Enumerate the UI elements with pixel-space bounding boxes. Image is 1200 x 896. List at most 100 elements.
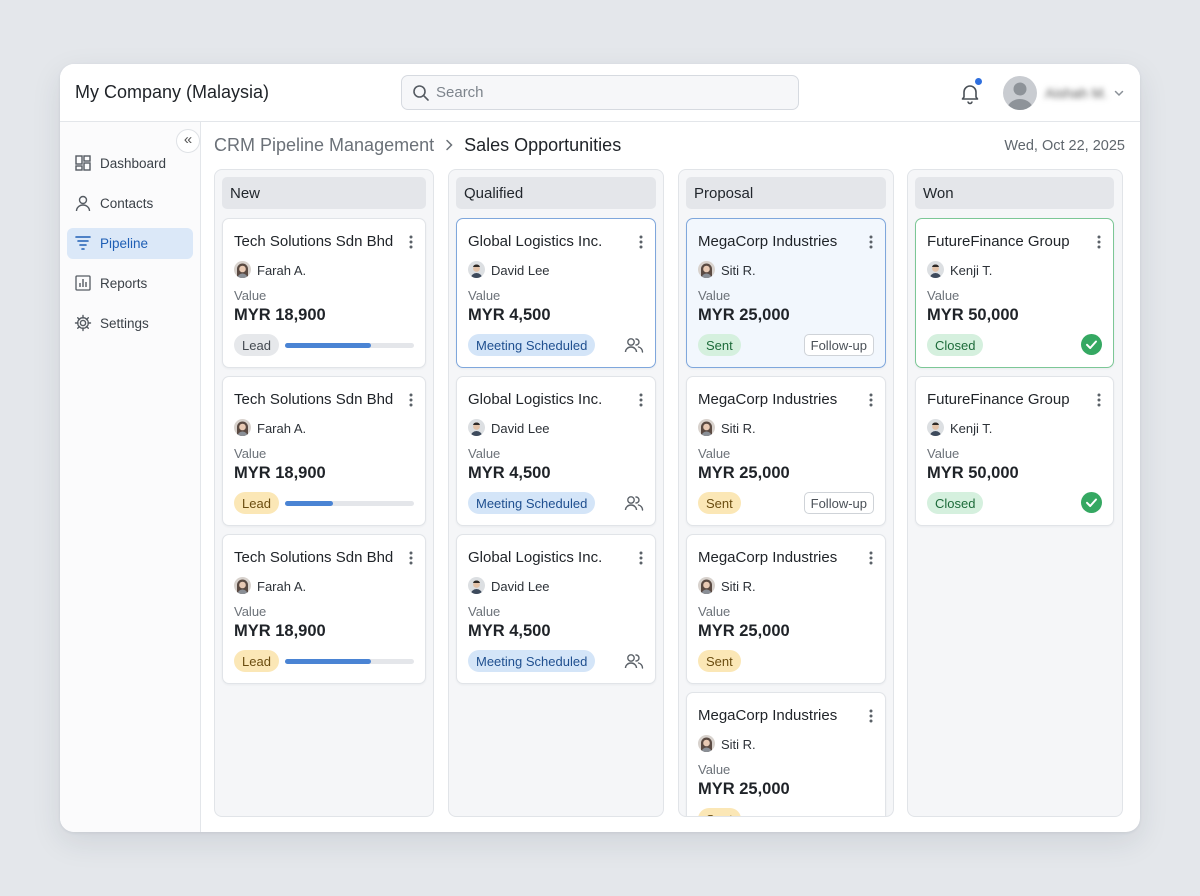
avatar bbox=[468, 419, 485, 436]
user-name: Aishah M. bbox=[1045, 85, 1108, 101]
deal-value: MYR 25,000 bbox=[698, 622, 790, 640]
breadcrumb: CRM Pipeline Management Sales Opportuniti… bbox=[214, 135, 621, 156]
deal-card[interactable]: MegaCorp Industries Siti R. Value MYR 25,00… bbox=[686, 218, 886, 368]
deal-card[interactable]: Global Logistics Inc. David Lee Value MYR 4… bbox=[456, 376, 656, 526]
avatar bbox=[468, 577, 485, 594]
status-badge: Sent bbox=[698, 492, 741, 514]
deal-card[interactable]: Tech Solutions Sdn Bhd Farah A. Value MYR 1… bbox=[222, 534, 426, 684]
search-box[interactable] bbox=[401, 75, 799, 110]
breadcrumb-current: Sales Opportunities bbox=[464, 135, 622, 155]
value-label: Value bbox=[927, 446, 960, 461]
deal-title: Global Logistics Inc. bbox=[468, 549, 603, 566]
owner-name: Siti R. bbox=[721, 737, 756, 752]
deal-value: MYR 18,900 bbox=[234, 306, 326, 324]
deal-value: MYR 4,500 bbox=[468, 464, 551, 482]
top-bar: My Company (Malaysia) Aishah M. bbox=[60, 64, 1140, 122]
search-icon bbox=[413, 85, 429, 101]
deal-card[interactable]: Tech Solutions Sdn Bhd Farah A. Value MYR 1… bbox=[222, 376, 426, 526]
more-options-icon[interactable] bbox=[869, 551, 873, 565]
sidebar: « Dashboard Contacts Pipeline Reports Settin… bbox=[60, 122, 201, 832]
deal-title: MegaCorp Industries bbox=[698, 549, 838, 566]
progress-fill bbox=[285, 343, 372, 348]
notifications-button[interactable] bbox=[958, 78, 982, 105]
pipeline-column-qualified: Qualified Global Logistics Inc. David Lee V… bbox=[448, 169, 664, 817]
owner-name: Farah A. bbox=[257, 263, 307, 278]
deal-title: Tech Solutions Sdn Bhd bbox=[234, 233, 394, 250]
deal-card[interactable]: FutureFinance Group Kenji T. Value MYR 50,0… bbox=[915, 218, 1114, 368]
sidebar-item-settings[interactable]: Settings bbox=[67, 308, 193, 339]
more-options-icon[interactable] bbox=[639, 393, 643, 407]
deal-card[interactable]: Global Logistics Inc. David Lee Value MYR 4… bbox=[456, 218, 656, 368]
deal-card[interactable]: MegaCorp Industries Siti R. Value MYR 25,00… bbox=[686, 376, 886, 526]
more-options-icon[interactable] bbox=[639, 235, 643, 249]
deal-card[interactable]: FutureFinance Group Kenji T. Value MYR 50,0… bbox=[915, 376, 1114, 526]
owner-name: Siti R. bbox=[721, 579, 756, 594]
more-options-icon[interactable] bbox=[869, 235, 873, 249]
owner-name: David Lee bbox=[491, 421, 550, 436]
chevron-right-icon bbox=[446, 139, 453, 151]
sidebar-item-reports[interactable]: Reports bbox=[67, 268, 193, 299]
deal-card[interactable]: MegaCorp Industries Siti R. Value MYR 25,00… bbox=[686, 534, 886, 684]
sidebar-item-label: Reports bbox=[100, 276, 148, 291]
status-badge: Meeting Scheduled bbox=[468, 492, 596, 514]
avatar bbox=[698, 735, 715, 752]
progress-bar bbox=[285, 501, 414, 506]
deal-card[interactable]: MegaCorp Industries Siti R. Value MYR 25,00… bbox=[686, 692, 886, 816]
follow-up-tag[interactable]: Follow-up bbox=[803, 492, 874, 514]
progress-fill bbox=[285, 501, 333, 506]
deal-title: MegaCorp Industries bbox=[698, 707, 838, 724]
value-label: Value bbox=[698, 288, 731, 303]
sidebar-item-label: Pipeline bbox=[100, 236, 149, 251]
funnel-icon bbox=[75, 236, 91, 250]
breadcrumb-parent[interactable]: CRM Pipeline Management bbox=[214, 135, 434, 155]
sidebar-item-label: Contacts bbox=[100, 196, 154, 211]
avatar bbox=[234, 577, 251, 594]
team-icon bbox=[624, 654, 644, 669]
owner-name: Kenji T. bbox=[950, 421, 993, 436]
deal-value: MYR 25,000 bbox=[698, 780, 790, 798]
pipeline-column-proposal: Proposal MegaCorp Industries Siti R. Value M… bbox=[678, 169, 894, 817]
progress-fill bbox=[285, 659, 372, 664]
owner-name: Siti R. bbox=[721, 421, 756, 436]
owner-name: Farah A. bbox=[257, 421, 307, 436]
more-options-icon[interactable] bbox=[409, 551, 413, 565]
status-badge: Meeting Scheduled bbox=[468, 650, 596, 672]
progress-bar bbox=[285, 659, 414, 664]
avatar bbox=[698, 261, 715, 278]
pipeline-column-new: New Tech Solutions Sdn Bhd Farah A. Value MY… bbox=[214, 169, 434, 817]
deal-title: Tech Solutions Sdn Bhd bbox=[234, 391, 394, 408]
value-label: Value bbox=[468, 288, 501, 303]
search-input[interactable] bbox=[436, 76, 786, 109]
deal-card[interactable]: Global Logistics Inc. David Lee Value MYR 4… bbox=[456, 534, 656, 684]
more-options-icon[interactable] bbox=[1097, 393, 1101, 407]
current-date: Wed, Oct 22, 2025 bbox=[1004, 138, 1125, 154]
deal-value: MYR 18,900 bbox=[234, 464, 326, 482]
status-badge: Closed bbox=[927, 334, 984, 356]
sidebar-item-label: Settings bbox=[100, 316, 149, 331]
value-label: Value bbox=[468, 604, 501, 619]
value-label: Value bbox=[468, 446, 501, 461]
avatar bbox=[234, 419, 251, 436]
avatar bbox=[468, 261, 485, 278]
follow-up-tag[interactable]: Follow-up bbox=[803, 334, 874, 356]
avatar bbox=[927, 261, 944, 278]
more-options-icon[interactable] bbox=[869, 709, 873, 723]
more-options-icon[interactable] bbox=[409, 393, 413, 407]
deal-value: MYR 18,900 bbox=[234, 622, 326, 640]
more-options-icon[interactable] bbox=[409, 235, 413, 249]
more-options-icon[interactable] bbox=[1097, 235, 1101, 249]
more-options-icon[interactable] bbox=[639, 551, 643, 565]
deal-value: MYR 50,000 bbox=[927, 306, 1019, 324]
sidebar-item-contacts[interactable]: Contacts bbox=[67, 188, 193, 219]
deal-value: MYR 50,000 bbox=[927, 464, 1019, 482]
deal-title: MegaCorp Industries bbox=[698, 391, 838, 408]
sidebar-item-pipeline[interactable]: Pipeline bbox=[67, 228, 193, 259]
deal-value: MYR 4,500 bbox=[468, 622, 551, 640]
sidebar-item-dashboard[interactable]: Dashboard bbox=[67, 148, 193, 179]
deal-card[interactable]: Tech Solutions Sdn Bhd Farah A. Value MYR 1… bbox=[222, 218, 426, 368]
user-menu[interactable]: Aishah M. bbox=[1003, 76, 1139, 110]
more-options-icon[interactable] bbox=[869, 393, 873, 407]
gear-icon bbox=[74, 314, 92, 332]
value-label: Value bbox=[234, 446, 267, 461]
deal-title: Tech Solutions Sdn Bhd bbox=[234, 549, 394, 566]
